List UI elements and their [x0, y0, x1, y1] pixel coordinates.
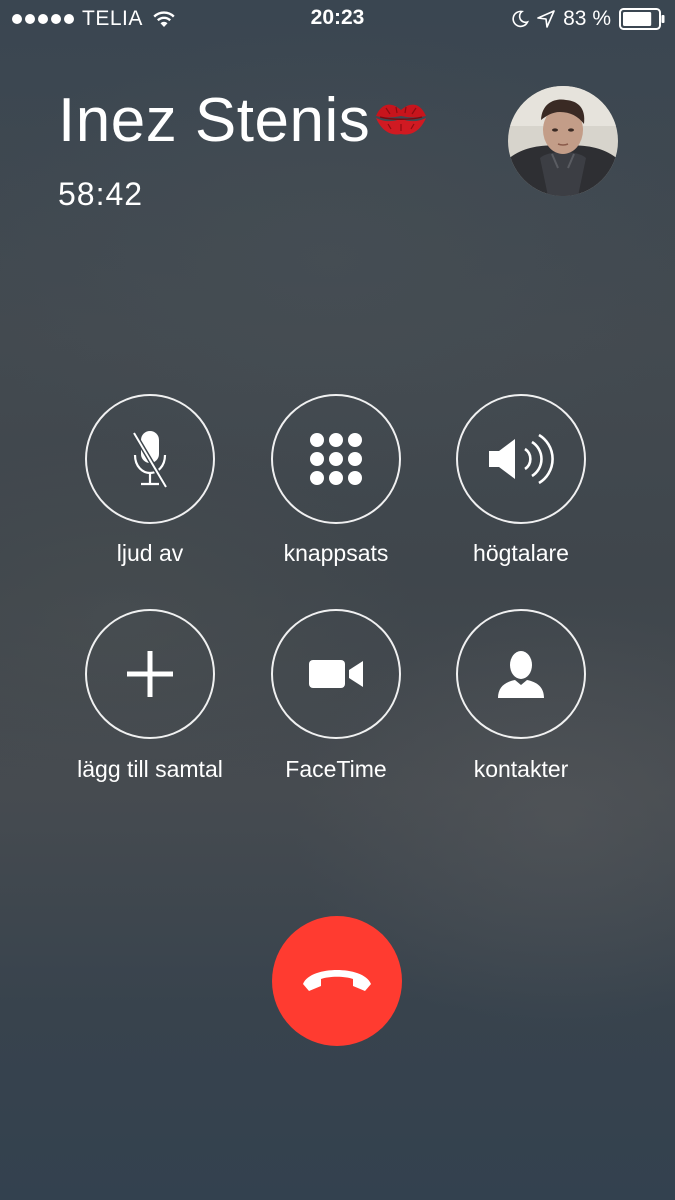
- call-controls: ljud av knappsats högtalare lägg till sa…: [0, 0, 675, 1200]
- speaker-button[interactable]: [456, 394, 586, 524]
- add-call-button[interactable]: [85, 609, 215, 739]
- contacts-label: kontakter: [473, 756, 569, 782]
- keypad-button[interactable]: [271, 394, 401, 524]
- mute-microphone-icon: [131, 431, 169, 489]
- speaker-icon: [489, 433, 554, 485]
- hang-up-phone-icon: [303, 970, 371, 991]
- video-camera-icon: [309, 660, 363, 688]
- facetime-button[interactable]: [271, 609, 401, 739]
- speaker-label: högtalare: [473, 540, 569, 566]
- contact-person-icon: [498, 651, 544, 698]
- plus-icon: [127, 651, 173, 697]
- mute-button[interactable]: [85, 394, 215, 524]
- end-call-button[interactable]: [272, 916, 402, 1046]
- keypad-icon: [310, 433, 362, 485]
- contacts-button[interactable]: [456, 609, 586, 739]
